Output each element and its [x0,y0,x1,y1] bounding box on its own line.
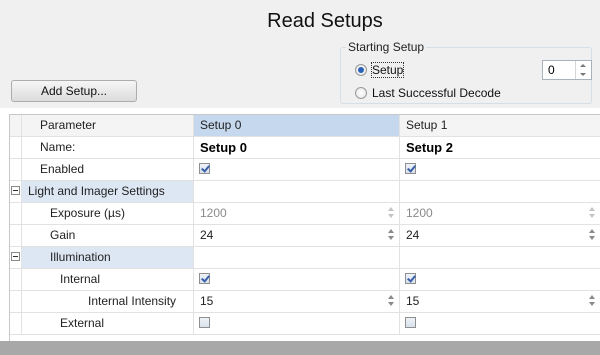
starting-setup-label: Starting Setup [346,40,427,54]
setup-1-enabled-cell [400,159,600,180]
setup-1-exposure-cell: 1200 [400,203,600,224]
row-label-name: Name: [22,137,194,158]
collapse-icon[interactable] [11,186,20,195]
top-panel: Read Setups Add Setup... Starting Setup … [0,0,600,108]
setup-radio[interactable] [355,64,367,76]
setup-1-internal-intensity-value[interactable]: 15 [406,294,419,308]
stepper-icon [386,206,396,220]
category-cell-empty [194,247,400,268]
setup-0-external-checkbox[interactable] [199,317,210,328]
setup-0-exposure-value: 1200 [200,206,227,220]
setup-1-internal-cell [400,269,600,290]
setup-number-input[interactable] [543,61,575,79]
stepper-buttons[interactable] [575,61,591,79]
setup-1-external-checkbox[interactable] [405,317,416,328]
row-label-internal: Internal [22,269,194,290]
row-gutter [10,225,22,246]
setup-1-external-cell [400,313,600,334]
category-cell-empty [194,181,400,202]
category-cell-empty [400,247,600,268]
bottom-bar [0,341,600,355]
row-label-enabled: Enabled [22,159,194,180]
stepper-icon[interactable] [386,294,396,308]
table-row: External [10,313,600,335]
last-successful-decode-label[interactable]: Last Successful Decode [372,86,501,100]
add-setup-button[interactable]: Add Setup... [11,80,137,102]
setup-1-internal-intensity-cell[interactable]: 15 [400,291,600,312]
setup-0-enabled-cell [194,159,400,180]
setup-0-internal-intensity-value[interactable]: 15 [200,294,213,308]
setup-1-internal-checkbox[interactable] [405,273,416,284]
category-illumination[interactable]: Illumination [22,247,194,268]
setup-1-name-cell[interactable]: Setup 2 [400,137,600,158]
table-row: Gain 24 24 [10,225,600,247]
setup-0-enabled-checkbox[interactable] [199,163,210,174]
stepper-icon[interactable] [386,228,396,242]
category-row: Light and Imager Settings [10,181,600,203]
row-label-gain: Gain [22,225,194,246]
setup-0-external-cell [194,313,400,334]
stepper-down-icon[interactable] [576,70,591,79]
property-grid: Parameter Setup 0 Setup 1 Name: Setup 0 … [9,114,600,342]
setup-1-enabled-checkbox[interactable] [405,163,416,174]
setup-1-gain-value[interactable]: 24 [406,228,419,242]
category-light-and-imager-settings[interactable]: Light and Imager Settings [22,181,194,202]
setup-0-internal-checkbox[interactable] [199,273,210,284]
row-label-internal-intensity: Internal Intensity [22,291,194,312]
stepper-icon[interactable] [587,228,597,242]
last-successful-decode-radio[interactable] [355,87,367,99]
table-row: Name: Setup 0 Setup 2 [10,137,600,159]
setup-0-gain-value[interactable]: 24 [200,228,213,242]
setup-number-stepper[interactable] [542,60,592,80]
page-title: Read Setups [267,10,383,32]
stepper-icon [587,206,597,220]
collapse-icon[interactable] [11,252,20,261]
row-gutter [10,291,22,312]
row-gutter [10,159,22,180]
column-header-setup-0[interactable]: Setup 0 [194,115,400,136]
row-gutter [10,203,22,224]
setup-0-exposure-cell: 1200 [194,203,400,224]
row-gutter [10,137,22,158]
row-gutter [10,269,22,290]
row-gutter [10,247,22,268]
setup-1-gain-cell[interactable]: 24 [400,225,600,246]
setup-0-internal-intensity-cell[interactable]: 15 [194,291,400,312]
table-row: Internal Intensity 15 15 [10,291,600,313]
row-gutter [10,181,22,202]
grid-header-row: Parameter Setup 0 Setup 1 [10,115,600,137]
table-row: Exposure (µs) 1200 1200 [10,203,600,225]
setup-radio-label[interactable]: Setup [370,62,405,78]
stepper-icon[interactable] [587,294,597,308]
header-gutter [10,115,22,136]
row-label-external: External [22,313,194,334]
table-row: Internal [10,269,600,291]
column-header-parameter[interactable]: Parameter [22,115,194,136]
row-label-exposure: Exposure (µs) [22,203,194,224]
table-row: Enabled [10,159,600,181]
category-cell-empty [400,181,600,202]
column-header-setup-1[interactable]: Setup 1 [400,115,600,136]
setup-1-exposure-value: 1200 [406,206,433,220]
setup-0-gain-cell[interactable]: 24 [194,225,400,246]
row-gutter [10,313,22,334]
setup-0-internal-cell [194,269,400,290]
setup-0-name-cell[interactable]: Setup 0 [194,137,400,158]
category-row: Illumination [10,247,600,269]
stepper-up-icon[interactable] [576,61,591,70]
